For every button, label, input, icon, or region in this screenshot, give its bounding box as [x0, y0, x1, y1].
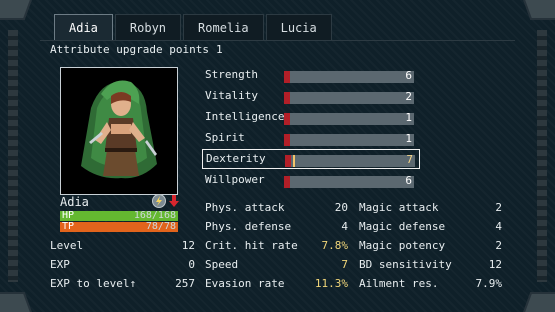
stat-value: 4 [341, 220, 348, 233]
attribute-name: Dexterity [206, 152, 266, 165]
stat-value: 2 [495, 201, 502, 214]
attribute-name: Willpower [205, 173, 265, 186]
attribute-bar: 6 [284, 174, 414, 188]
level-label: Level [50, 239, 84, 252]
exp-label: EXP [50, 258, 70, 271]
attribute-row-willpower[interactable]: Willpower 6 [202, 171, 420, 191]
tab-lucia[interactable]: Lucia [265, 14, 332, 40]
attribute-bar: 1 [284, 132, 414, 146]
hp-label: HP [62, 210, 75, 221]
frame-corner-ornament [519, 292, 555, 312]
stat-label: Speed [205, 258, 239, 271]
stat-label: Magic attack [359, 201, 439, 214]
attribute-bar: 6 [284, 69, 414, 83]
attribute-row-spirit[interactable]: Spirit 1 [202, 129, 420, 149]
attribute-row-intelligence[interactable]: Intelligence 1 [202, 108, 420, 128]
attribute-bar: 2 [284, 90, 414, 104]
attribute-value: 1 [405, 111, 412, 124]
lightning-icon [152, 194, 166, 208]
attribute-bar-fill [284, 134, 290, 146]
party-tabs: Adia Robyn Romelia Lucia [54, 14, 334, 40]
attribute-value: 1 [405, 132, 412, 145]
attribute-name: Vitality [205, 89, 258, 102]
stat-label: Magic defense [359, 220, 446, 233]
stat-label: Phys. defense [205, 220, 292, 233]
attribute-value: 6 [405, 69, 412, 82]
stat-value: 7.8% [321, 239, 349, 252]
hp-bar: HP 168/168 [60, 210, 178, 221]
attribute-value: 2 [405, 90, 412, 103]
status-panel: Attribute upgrade points 1 Adia HP 168/1… [40, 40, 515, 302]
stat-label: Crit. hit rate [205, 239, 298, 252]
hp-value: 168/168 [133, 210, 176, 221]
tab-adia[interactable]: Adia [54, 14, 113, 40]
tab-robyn[interactable]: Robyn [114, 14, 182, 40]
stat-value: 7.9% [475, 277, 503, 290]
stat-label: Evasion rate [205, 277, 285, 290]
portrait-art [61, 68, 177, 194]
upgrade-points-value: 1 [216, 43, 223, 56]
character-portrait [60, 67, 178, 195]
attribute-row-strength[interactable]: Strength 6 [202, 66, 420, 86]
stat-value: 11.3% [314, 277, 348, 290]
attribute-name: Strength [205, 68, 258, 81]
arrow-down-icon [168, 194, 180, 208]
attribute-bar-fill [284, 113, 290, 125]
attribute-name: Intelligence [205, 110, 285, 123]
upgrade-cursor [293, 155, 295, 167]
stat-value: 2 [495, 239, 502, 252]
frame-corner-ornament [519, 0, 555, 20]
tp-label: TP [62, 221, 75, 232]
attribute-bar-fill [284, 176, 290, 188]
stat-value: 7 [341, 258, 348, 271]
attribute-bar-fill [284, 92, 290, 104]
tp-bar: TP 78/78 [60, 221, 178, 232]
attribute-bar-fill [284, 71, 290, 83]
attribute-name: Spirit [205, 131, 245, 144]
frame-corner-ornament [0, 0, 36, 20]
stat-label: Phys. attack [205, 201, 285, 214]
upgrade-points-label: Attribute upgrade points [50, 43, 209, 56]
attribute-bar: 1 [284, 111, 414, 125]
level-value: 12 [181, 239, 195, 252]
character-name: Adia [60, 195, 89, 209]
exp-value: 0 [188, 258, 195, 271]
attribute-bar: 7 [285, 153, 415, 167]
frame-corner-ornament [0, 292, 36, 312]
attribute-value: 7 [406, 153, 413, 166]
stat-value: 20 [334, 201, 348, 214]
stat-value: 12 [488, 258, 502, 271]
stat-value: 4 [495, 220, 502, 233]
frame-rail [8, 30, 18, 282]
tab-romelia[interactable]: Romelia [183, 14, 264, 40]
attribute-value: 6 [405, 174, 412, 187]
exp-to-level-label: EXP to level↑ [50, 277, 137, 290]
exp-to-level-value: 257 [175, 277, 195, 290]
stat-label: Magic potency [359, 239, 446, 252]
tp-value: 78/78 [145, 221, 176, 232]
stat-label: BD sensitivity [359, 258, 452, 271]
frame-rail [537, 30, 547, 282]
stat-label: Ailment res. [359, 277, 439, 290]
attribute-row-vitality[interactable]: Vitality 2 [202, 87, 420, 107]
attribute-bar-fill [285, 155, 291, 167]
attribute-row-dexterity[interactable]: Dexterity 7 [202, 149, 420, 169]
character-status-screen: Adia Robyn Romelia Lucia Attribute upgra… [0, 0, 555, 312]
